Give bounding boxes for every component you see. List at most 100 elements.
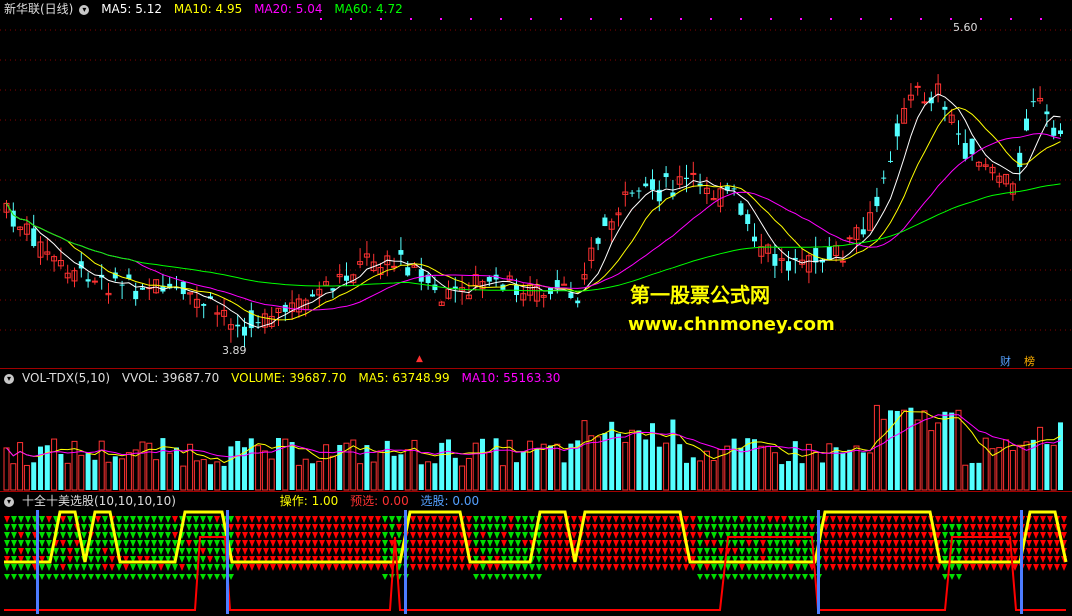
event-marker-icon[interactable]: ▲	[416, 354, 423, 364]
signal-arrow	[235, 564, 241, 571]
signal-arrow	[144, 540, 150, 547]
signal-arrow	[977, 516, 983, 523]
signal-arrow	[11, 516, 17, 523]
select-signal-bar	[226, 510, 229, 614]
signal-arrow	[410, 564, 416, 571]
marker-dot	[620, 18, 622, 20]
signal-arrow	[704, 548, 710, 555]
signal-arrow	[186, 548, 192, 555]
marker-dot	[350, 18, 352, 20]
signal-arrow	[109, 564, 115, 571]
signal-arrow	[123, 532, 129, 539]
signal-arrow	[704, 516, 710, 523]
signal-arrow	[711, 516, 717, 523]
signal-arrow	[1047, 556, 1053, 563]
signal-arrow	[298, 548, 304, 555]
volume-panel[interactable]: ▾ VOL-TDX(5,10) VVOL: 39687.70 VOLUME: 39…	[0, 369, 1072, 491]
signal-arrow	[270, 564, 276, 571]
signal-arrow	[669, 516, 675, 523]
signal-arrow	[669, 524, 675, 531]
signal-arrow	[1040, 524, 1046, 531]
volume-bar	[276, 437, 281, 490]
indicator-chart[interactable]	[0, 492, 1072, 616]
candle-body	[894, 123, 900, 137]
candle-body	[242, 326, 247, 336]
volume-chart[interactable]	[0, 369, 1072, 491]
signal-arrow	[641, 556, 647, 563]
signal-arrow	[592, 524, 598, 531]
ma5-label: MA5: 5.12	[101, 2, 162, 16]
signal-arrow	[718, 540, 724, 547]
signal-arrow	[242, 524, 248, 531]
signal-arrow	[1012, 524, 1018, 531]
signal-arrow	[74, 564, 80, 571]
signal-arrow	[123, 524, 129, 531]
signal-arrow	[508, 524, 514, 531]
signal-arrow	[151, 548, 157, 555]
volume-bar	[949, 412, 955, 490]
panel-toggle-icon[interactable]: ▾	[79, 4, 90, 15]
volume-bar	[98, 440, 105, 491]
signal-arrow	[1005, 564, 1011, 571]
signal-arrow	[767, 574, 773, 580]
signal-arrow	[830, 532, 836, 539]
signal-arrow	[186, 516, 192, 523]
signal-arrow	[452, 516, 458, 523]
signal-arrow	[67, 574, 73, 580]
signal-arrow	[886, 564, 892, 571]
signal-arrow	[95, 548, 101, 555]
signal-arrow	[907, 532, 913, 539]
signal-arrow	[81, 524, 87, 531]
signal-arrow	[984, 524, 990, 531]
finance-tag[interactable]: 财	[998, 353, 1013, 369]
signal-arrow	[11, 574, 17, 580]
signal-arrow	[893, 556, 899, 563]
volume-bar	[323, 444, 330, 491]
signal-arrow	[95, 574, 101, 580]
signal-arrow	[473, 516, 479, 523]
signal-arrow	[487, 548, 493, 555]
signal-arrow	[410, 532, 416, 539]
signal-arrow	[851, 548, 857, 555]
signal-arrow	[424, 556, 430, 563]
candle-body	[405, 267, 411, 276]
signal-arrow	[284, 532, 290, 539]
signal-arrow	[711, 548, 717, 555]
signal-arrow	[522, 532, 528, 539]
signal-arrow	[984, 516, 990, 523]
panel-toggle-icon[interactable]: ▾	[4, 496, 14, 507]
price-chart[interactable]	[0, 0, 1072, 368]
signal-arrow	[74, 548, 80, 555]
signal-arrow	[67, 516, 73, 523]
ranking-tag[interactable]: 榜	[1022, 353, 1037, 369]
signal-arrow	[753, 516, 759, 523]
signal-arrow	[487, 532, 493, 539]
signal-arrow	[431, 532, 437, 539]
signal-arrow	[207, 540, 213, 547]
volume-bar	[867, 452, 874, 491]
signal-arrow	[207, 564, 213, 571]
signal-arrow	[102, 532, 108, 539]
signal-arrow	[431, 540, 437, 547]
signal-arrow	[942, 548, 948, 555]
signal-arrow	[305, 532, 311, 539]
volume-bar	[1058, 422, 1063, 490]
price-panel[interactable]: 新华联(日线) ▾ MA5: 5.12 MA10: 4.95 MA20: 5.04…	[0, 0, 1072, 368]
marker-dot	[860, 18, 862, 20]
signal-arrow	[382, 574, 388, 580]
signal-arrow	[522, 574, 528, 580]
indicator-panel[interactable]: ▾ 十全十美选股(10,10,10,10) 操作: 1.00 预选: 0.00 选…	[0, 492, 1072, 616]
signal-arrow	[795, 574, 801, 580]
signal-arrow	[620, 564, 626, 571]
signal-arrow	[158, 516, 164, 523]
panel-toggle-icon[interactable]: ▾	[4, 373, 14, 384]
signal-arrow	[739, 574, 745, 580]
signal-arrow	[865, 556, 871, 563]
signal-arrow	[767, 564, 773, 571]
signal-arrow	[991, 540, 997, 547]
signal-arrow	[543, 540, 549, 547]
signal-arrow	[242, 564, 248, 571]
signal-arrow	[991, 548, 997, 555]
signal-arrow	[1033, 532, 1039, 539]
signal-arrow	[851, 532, 857, 539]
